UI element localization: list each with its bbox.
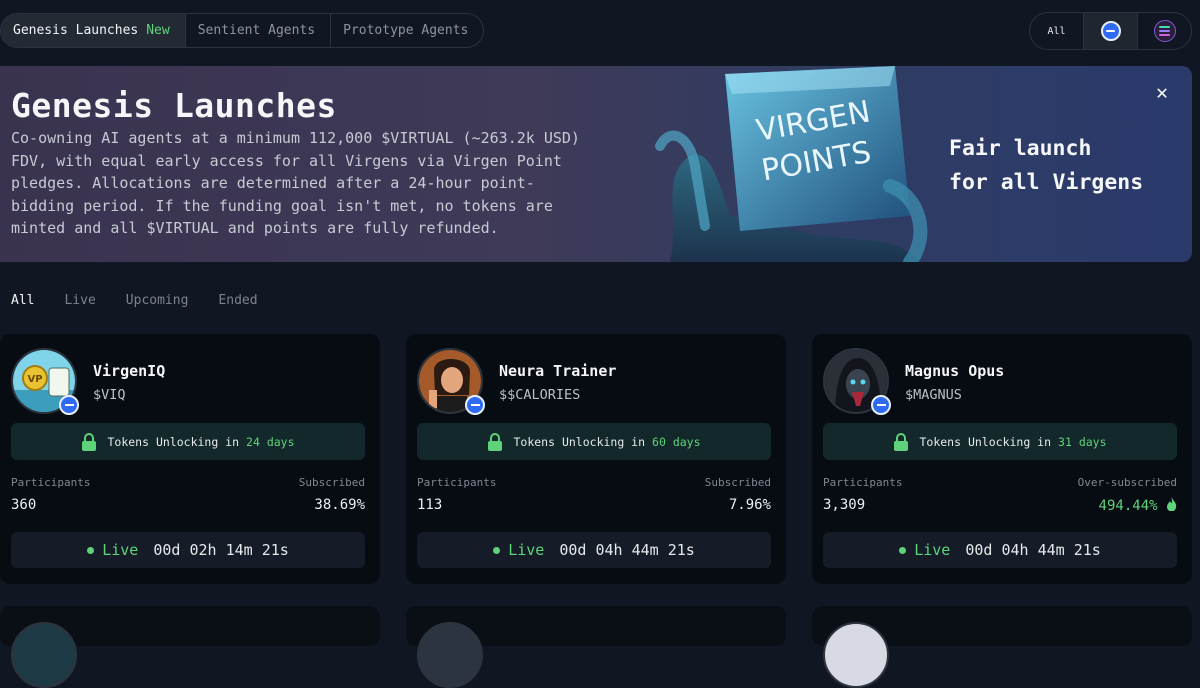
- participants-label: Participants: [823, 476, 903, 489]
- token-unlock-info: Tokens Unlocking in 60 days: [417, 423, 771, 460]
- base-chain-icon: [465, 395, 485, 415]
- launch-card[interactable]: Neura Trainer $$CALORIES Tokens Unlockin…: [406, 334, 786, 584]
- subscribed-value: 494.44%: [1098, 498, 1158, 514]
- agent-ticker: $VIQ: [93, 387, 126, 403]
- tab-prototype-agents[interactable]: Prototype Agents: [330, 14, 483, 47]
- new-badge: New: [146, 23, 170, 38]
- live-dot-icon: [899, 546, 907, 554]
- unlock-prefix: Tokens Unlocking in: [919, 434, 1052, 449]
- participants-value: 113: [417, 497, 443, 513]
- base-chain-icon: [1100, 21, 1121, 41]
- flame-icon: [1167, 497, 1177, 512]
- token-unlock-info: Tokens Unlocking in 31 days: [823, 423, 1177, 460]
- countdown: 00d 04h 44m 21s: [559, 541, 695, 559]
- solana-chain-icon: [1153, 20, 1176, 42]
- participants-label: Participants: [11, 476, 91, 489]
- launch-card[interactable]: VP VirgenIQ $VIQ Tokens Unlocking in 24 …: [0, 334, 380, 584]
- status-tab-live[interactable]: Live: [64, 293, 95, 308]
- subscribed-label: Subscribed: [298, 476, 365, 489]
- countdown: 00d 04h 44m 21s: [965, 541, 1101, 559]
- launch-card-partial[interactable]: [406, 606, 786, 688]
- unlock-days: 60 days: [652, 434, 701, 449]
- lock-icon: [894, 432, 909, 451]
- tagline-line1: Fair launch: [949, 136, 1092, 161]
- status-tab-ended[interactable]: Ended: [218, 293, 257, 308]
- agent-avatar: [823, 622, 889, 688]
- status-label: Live: [508, 541, 545, 559]
- participants-label: Participants: [417, 476, 497, 489]
- status-label: Live: [914, 541, 951, 559]
- agent-ticker: $MAGNUS: [905, 387, 962, 403]
- tab-genesis-launches[interactable]: Genesis Launches New: [1, 14, 185, 47]
- unlock-days: 31 days: [1058, 434, 1107, 449]
- subscribed-value: 38.69%: [314, 497, 365, 513]
- tab-sentient-agents[interactable]: Sentient Agents: [184, 14, 330, 47]
- tab-label: Sentient Agents: [197, 23, 316, 38]
- base-chain-icon: [871, 395, 891, 415]
- genesis-banner: Genesis Launches Co-owning AI agents at …: [0, 66, 1192, 262]
- launch-card[interactable]: Magnus Opus $MAGNUS Tokens Unlocking in …: [812, 334, 1192, 584]
- participants-value: 360: [11, 497, 37, 513]
- chain-filter-base[interactable]: [1083, 13, 1137, 49]
- chain-filter: All: [1029, 12, 1192, 50]
- tab-label: Genesis Launches: [13, 23, 139, 38]
- chain-filter-all[interactable]: All: [1030, 13, 1083, 49]
- status-tab-upcoming[interactable]: Upcoming: [126, 293, 189, 308]
- close-icon[interactable]: ✕: [1156, 80, 1168, 104]
- lock-icon: [82, 432, 97, 451]
- unlock-days: 24 days: [246, 434, 295, 449]
- agent-ticker: $$CALORIES: [499, 387, 581, 403]
- live-dot-icon: [493, 546, 501, 554]
- banner-title: Genesis Launches: [11, 86, 337, 125]
- tab-label: Prototype Agents: [343, 23, 469, 38]
- participants-value: 3,309: [823, 497, 866, 513]
- launch-card-partial[interactable]: [0, 606, 380, 688]
- agent-avatar: [11, 622, 77, 688]
- chain-filter-solana[interactable]: [1137, 13, 1191, 49]
- countdown-bar: Live 00d 04h 44m 21s: [823, 532, 1177, 568]
- base-chain-icon: [59, 395, 79, 415]
- status-tab-all[interactable]: All: [11, 293, 34, 308]
- countdown-bar: Live 00d 02h 14m 21s: [11, 532, 365, 568]
- launch-card-partial[interactable]: [812, 606, 1192, 688]
- banner-description: Co-owning AI agents at a minimum 112,000…: [11, 129, 580, 238]
- launch-type-tabs: Genesis Launches New Sentient Agents Pro…: [0, 13, 485, 48]
- status-label: Live: [102, 541, 139, 559]
- tagline-line2: for all Virgens: [949, 170, 1144, 195]
- live-dot-icon: [87, 546, 95, 554]
- subscribed-value: 7.96%: [728, 497, 771, 513]
- over-subscribed-value: 494.44%: [1099, 497, 1177, 514]
- token-unlock-info: Tokens Unlocking in 24 days: [11, 423, 365, 460]
- agent-name: Magnus Opus: [905, 362, 1005, 380]
- virgen-points-illustration: VIRGEN POINTS: [655, 66, 928, 262]
- svg-text:VP: VP: [27, 374, 42, 385]
- subscribed-label: Subscribed: [704, 476, 771, 489]
- agent-name: Neura Trainer: [499, 362, 617, 380]
- agent-name: VirgenIQ: [93, 362, 166, 380]
- unlock-prefix: Tokens Unlocking in: [513, 434, 646, 449]
- subscribed-label: Over-subscribed: [1077, 476, 1177, 489]
- agent-avatar: [417, 622, 483, 688]
- status-filter: All Live Upcoming Ended: [11, 293, 288, 308]
- lock-icon: [488, 432, 503, 451]
- countdown-bar: Live 00d 04h 44m 21s: [417, 532, 771, 568]
- banner-tagline: Fair launch for all Virgens: [949, 132, 1169, 200]
- unlock-prefix: Tokens Unlocking in: [107, 434, 240, 449]
- countdown: 00d 02h 14m 21s: [153, 541, 289, 559]
